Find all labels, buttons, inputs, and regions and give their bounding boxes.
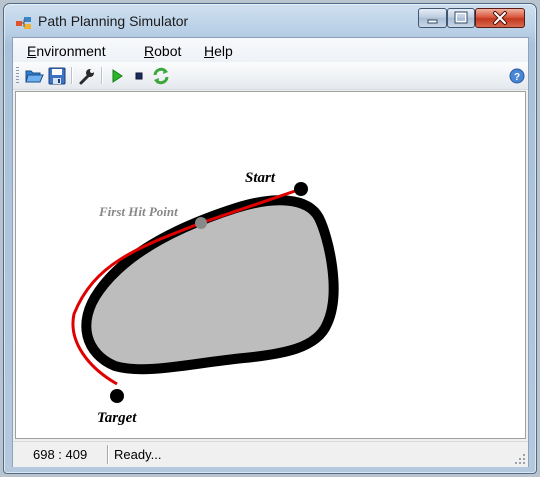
toolbar: ? bbox=[13, 62, 528, 90]
toolbar-separator bbox=[101, 67, 102, 84]
menu-robot[interactable]: Robot bbox=[144, 43, 181, 59]
app-icon bbox=[16, 17, 31, 29]
close-icon bbox=[493, 11, 507, 25]
target-label: Target bbox=[97, 410, 137, 426]
toolbar-separator bbox=[71, 67, 72, 84]
environment-drawing: Start First Hit Point Target bbox=[71, 170, 339, 426]
maximize-button[interactable] bbox=[447, 8, 475, 28]
target-point bbox=[110, 389, 124, 403]
obstacle bbox=[81, 195, 339, 375]
status-message: Ready... bbox=[114, 447, 162, 462]
settings-wrench-icon[interactable] bbox=[77, 66, 97, 86]
play-icon[interactable] bbox=[107, 66, 127, 86]
resize-grip-icon[interactable] bbox=[514, 453, 526, 465]
app-window: Path Planning Simulator Environment Robo… bbox=[3, 3, 537, 474]
stop-icon[interactable] bbox=[129, 66, 149, 86]
maximize-icon bbox=[454, 11, 468, 24]
client-area: Environment Robot Help ? Start First Hit… bbox=[12, 37, 529, 467]
svg-text:?: ? bbox=[514, 72, 520, 83]
help-icon[interactable]: ? bbox=[507, 66, 527, 86]
start-label: Start bbox=[245, 170, 276, 186]
menu-help[interactable]: Help bbox=[204, 43, 233, 59]
toolbar-grip[interactable] bbox=[16, 67, 19, 84]
simulation-canvas[interactable]: Start First Hit Point Target bbox=[15, 91, 526, 439]
menu-environment[interactable]: Environment bbox=[27, 43, 106, 59]
minimize-button[interactable] bbox=[418, 8, 447, 28]
save-icon[interactable] bbox=[47, 66, 67, 86]
minimize-icon bbox=[427, 19, 438, 24]
close-button[interactable] bbox=[475, 8, 525, 28]
menu-bar: Environment Robot Help bbox=[13, 38, 528, 62]
window-title: Path Planning Simulator bbox=[38, 13, 189, 29]
first-hit-point bbox=[195, 217, 207, 229]
refresh-icon[interactable] bbox=[151, 66, 171, 86]
title-bar[interactable]: Path Planning Simulator bbox=[4, 4, 536, 38]
first-hit-label: First Hit Point bbox=[98, 204, 178, 219]
cursor-coordinates: 698 : 409 bbox=[33, 447, 88, 462]
open-icon[interactable] bbox=[24, 66, 44, 86]
status-divider bbox=[107, 445, 108, 464]
start-point bbox=[294, 182, 308, 196]
status-bar: 698 : 409 Ready... bbox=[13, 441, 528, 467]
